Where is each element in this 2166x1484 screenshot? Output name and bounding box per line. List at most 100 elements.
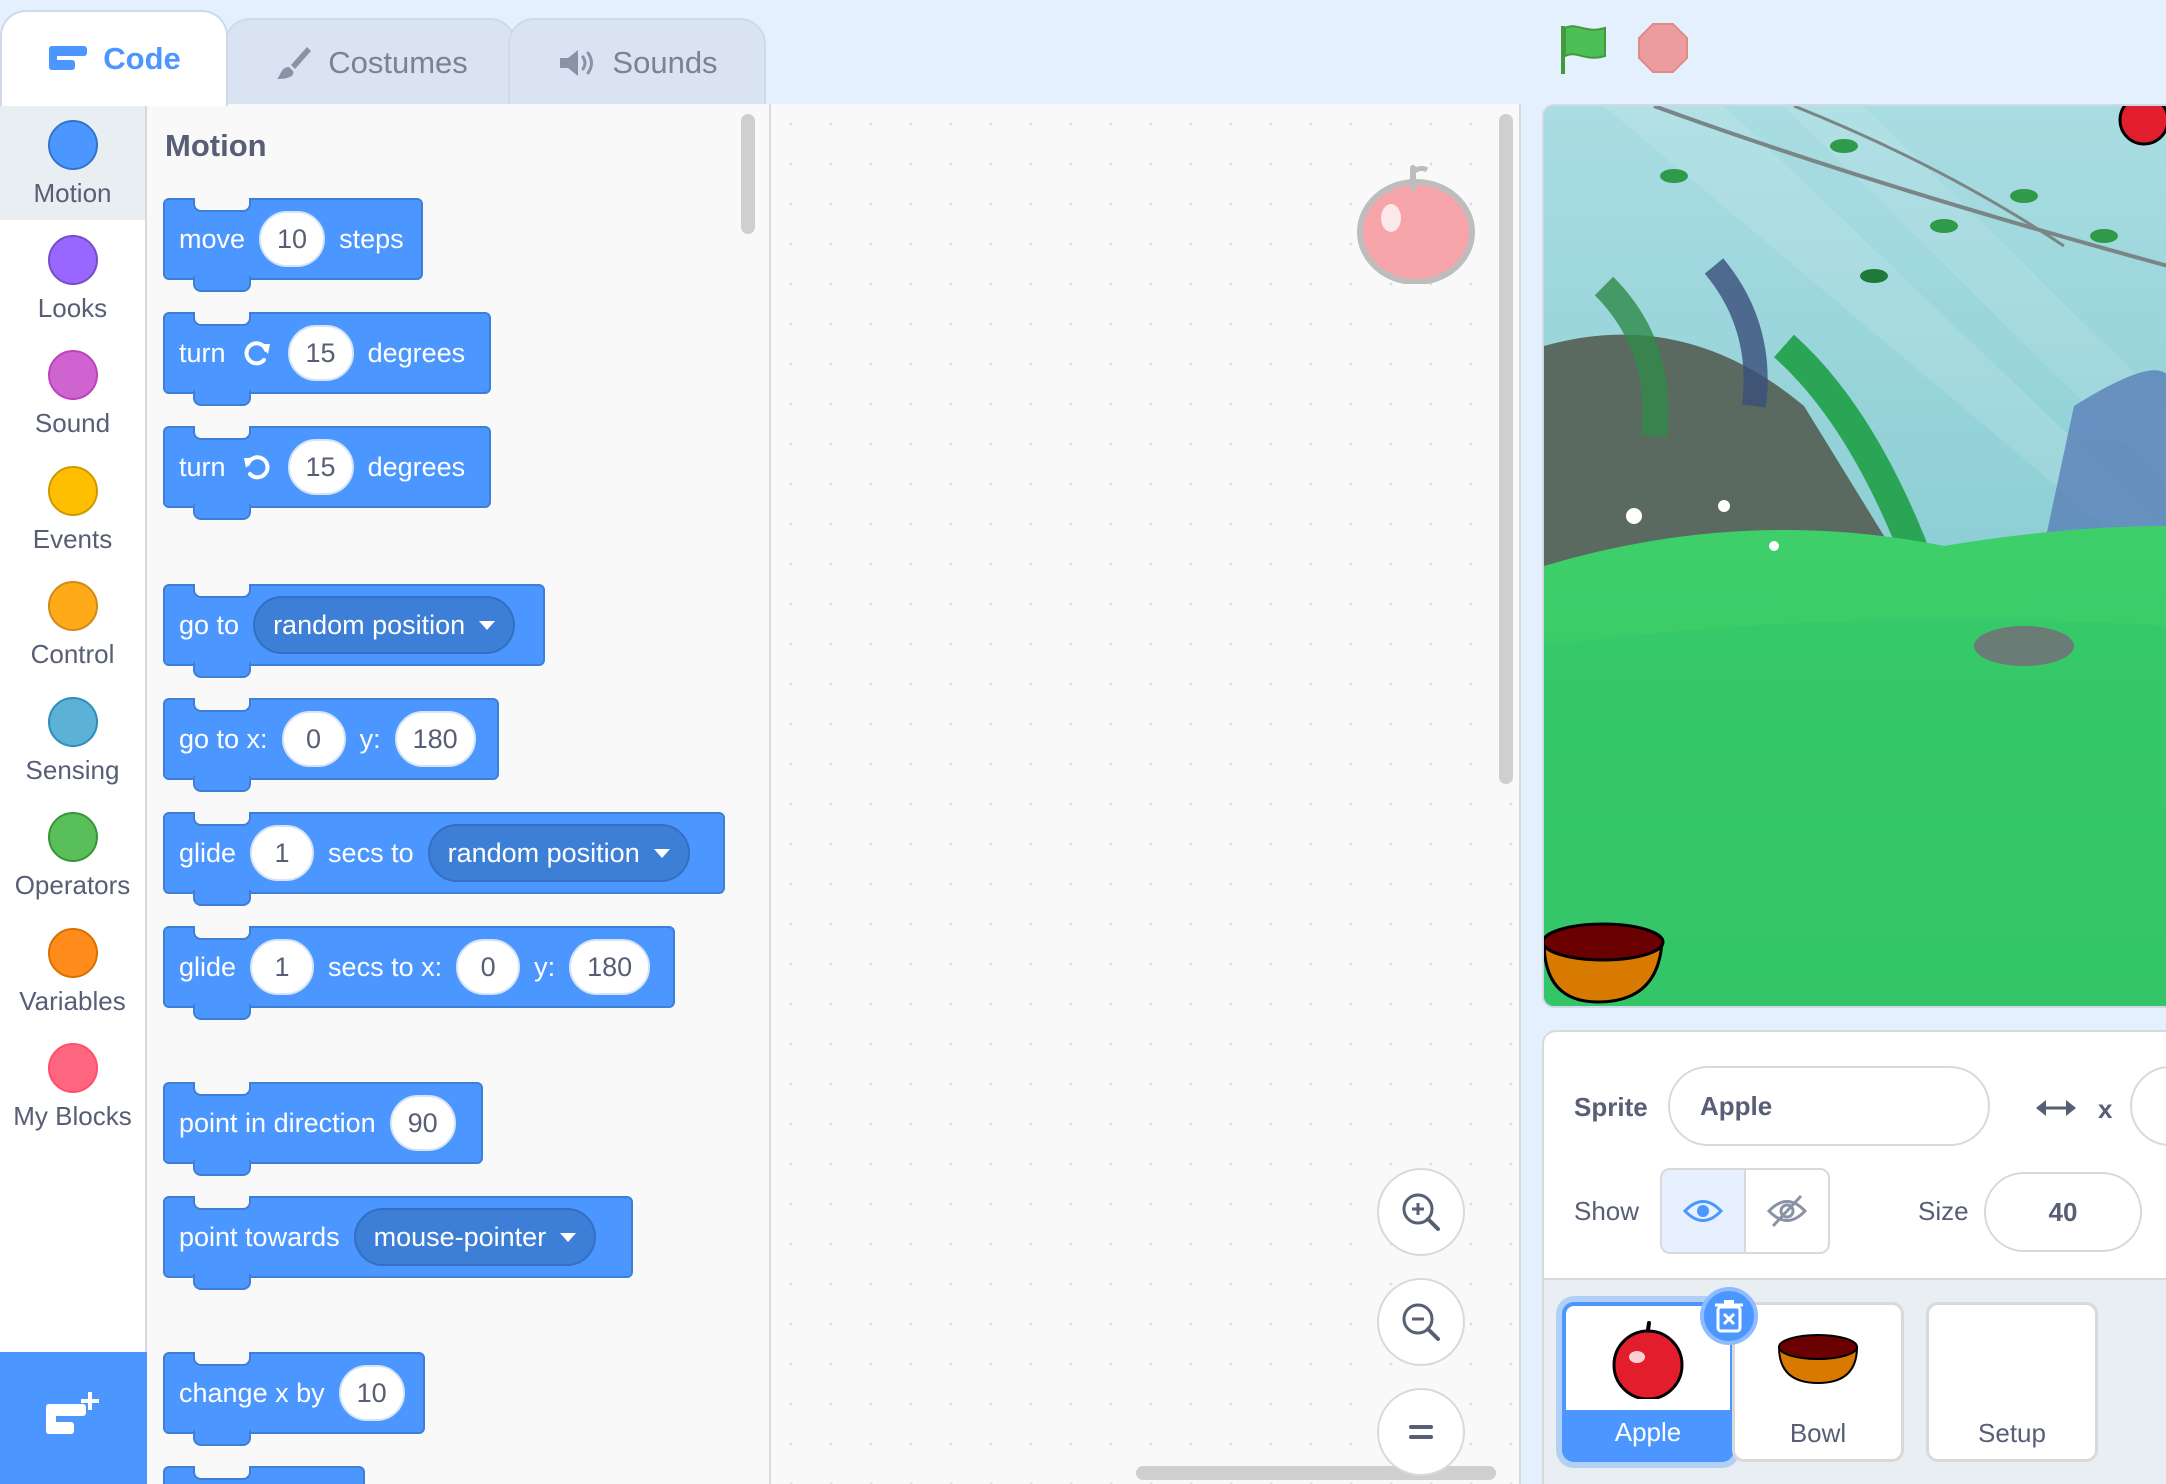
- x-input[interactable]: 0: [456, 939, 521, 995]
- glide-to-block[interactable]: glide 1 secs to random position: [163, 812, 725, 906]
- go-to-block[interactable]: go to random position: [163, 584, 545, 678]
- y-input[interactable]: 180: [394, 711, 476, 767]
- size-value: 40: [2048, 1196, 2078, 1227]
- horizontal-arrows-icon: [2036, 1100, 2076, 1116]
- sprite-info-panel: Sprite Apple x Show Size 40: [1542, 1030, 2166, 1280]
- show-visible-button[interactable]: [1660, 1168, 1746, 1254]
- block-text: degrees: [367, 337, 466, 368]
- add-extension-button[interactable]: [0, 1352, 147, 1484]
- zoom-reset-button[interactable]: [1377, 1388, 1465, 1476]
- secs-input[interactable]: 1: [250, 939, 315, 995]
- tab-code[interactable]: Code: [0, 10, 228, 106]
- category-variables[interactable]: Variables: [0, 912, 145, 1028]
- sprite-tile-label: Apple: [1614, 1417, 1682, 1447]
- category-control[interactable]: Control: [0, 565, 145, 681]
- block-text: secs to x:: [328, 951, 443, 982]
- change-x-block[interactable]: change x by 10: [163, 1352, 425, 1446]
- degrees-input[interactable]: 15: [287, 439, 354, 495]
- sprite-tile-bowl[interactable]: Bowl: [1732, 1302, 1904, 1462]
- block-text: point in direction: [179, 1107, 376, 1138]
- editor-tabs: Code Costumes Sounds: [0, 0, 780, 106]
- bowl-sprite-on-stage[interactable]: [1542, 912, 1668, 1006]
- block-text: secs to: [328, 837, 414, 868]
- x-position-input[interactable]: [2130, 1066, 2166, 1146]
- block-text: go to x:: [179, 723, 268, 754]
- category-my-blocks[interactable]: My Blocks: [0, 1027, 145, 1143]
- zoom-out-button[interactable]: [1377, 1278, 1465, 1366]
- apple-icon: [1612, 1321, 1684, 1399]
- palette-title: Motion: [165, 128, 267, 163]
- stage[interactable]: [1542, 104, 2166, 1008]
- rotate-left-icon: [243, 455, 269, 480]
- block-text: y:: [534, 951, 556, 982]
- direction-input[interactable]: 90: [389, 1095, 456, 1151]
- steps-input[interactable]: 10: [259, 211, 326, 267]
- size-input[interactable]: 40: [1984, 1172, 2142, 1252]
- show-hidden-button[interactable]: [1744, 1168, 1830, 1254]
- tab-code-label: Code: [103, 41, 181, 76]
- category-label: Sensing: [25, 755, 120, 785]
- turn-right-block[interactable]: turn 15 degrees: [163, 312, 491, 406]
- block-text: move: [179, 223, 246, 254]
- bowl-icon: [1777, 1334, 1859, 1385]
- sprite-name-input[interactable]: Apple: [1668, 1066, 1990, 1146]
- category-label: Motion: [33, 178, 112, 208]
- delete-sprite-button[interactable]: [1700, 1287, 1758, 1345]
- go-to-target-dropdown[interactable]: random position: [253, 596, 516, 654]
- point-in-direction-block[interactable]: point in direction 90: [163, 1082, 483, 1176]
- dropdown-caret-icon: [479, 620, 496, 630]
- block-palette: Motion move 10 steps turn 15 degrees tur…: [147, 104, 771, 1484]
- block-text: steps: [339, 223, 404, 254]
- script-area[interactable]: [771, 104, 1521, 1484]
- point-towards-block[interactable]: point towards mouse-pointer: [163, 1196, 633, 1290]
- dropdown-caret-icon: [653, 848, 670, 858]
- move-steps-block[interactable]: move 10 steps: [163, 198, 423, 292]
- stop-button[interactable]: [1637, 22, 1689, 74]
- category-events[interactable]: Events: [0, 450, 145, 566]
- green-flag-button[interactable]: [1555, 20, 1611, 78]
- sprite-label: Sprite: [1574, 1092, 1648, 1122]
- turn-left-block[interactable]: turn 15 degrees: [163, 426, 491, 520]
- dropdown-value: random position: [273, 609, 466, 640]
- stop-icon: [1638, 23, 1688, 73]
- category-label: Sound: [34, 408, 111, 438]
- point-towards-dropdown[interactable]: mouse-pointer: [353, 1208, 597, 1266]
- block-text: point towards: [179, 1221, 340, 1252]
- glide-target-dropdown[interactable]: random position: [427, 824, 690, 882]
- y-input[interactable]: 180: [569, 939, 651, 995]
- x-input[interactable]: 0: [281, 711, 346, 767]
- category-menu: Motion Looks Sound Events Control Sensin…: [0, 104, 147, 1484]
- sprite-tile-setup[interactable]: Setup: [1926, 1302, 2098, 1462]
- category-sensing[interactable]: Sensing: [0, 681, 145, 797]
- zoom-in-icon: [1402, 1193, 1440, 1231]
- dropdown-value: random position: [447, 837, 640, 868]
- speaker-icon: [556, 46, 598, 80]
- category-looks[interactable]: Looks: [0, 219, 145, 335]
- apple-sprite-on-stage[interactable]: [2114, 104, 2166, 150]
- zoom-in-button[interactable]: [1377, 1168, 1465, 1256]
- change-x-input[interactable]: 10: [338, 1365, 405, 1421]
- palette-scrollbar[interactable]: [741, 114, 755, 234]
- variables-color-dot: [47, 928, 98, 978]
- go-to-xy-block[interactable]: go to x: 0 y: 180: [163, 698, 499, 792]
- category-label: Events: [32, 524, 113, 554]
- category-motion[interactable]: Motion: [0, 104, 145, 220]
- degrees-input[interactable]: 15: [287, 325, 354, 381]
- category-sound[interactable]: Sound: [0, 334, 145, 450]
- equals-icon: [1409, 1425, 1433, 1439]
- sprite-name-value: Apple: [1700, 1090, 1773, 1121]
- block-text: go to: [179, 609, 240, 640]
- category-operators[interactable]: Operators: [0, 796, 145, 912]
- dropdown-value: mouse-pointer: [373, 1221, 547, 1252]
- glide-to-xy-block[interactable]: glide 1 secs to x: 0 y: 180: [163, 926, 675, 1020]
- tab-sounds[interactable]: Sounds: [508, 18, 766, 106]
- workspace-vertical-scrollbar[interactable]: [1499, 114, 1513, 784]
- secs-input[interactable]: 1: [250, 825, 315, 881]
- eye-icon: [1683, 1200, 1723, 1222]
- size-label: Size: [1918, 1196, 1969, 1226]
- block-text: change x by: [179, 1377, 325, 1408]
- sprite-tile-label: Setup: [1978, 1418, 2046, 1448]
- next-block-partial[interactable]: [163, 1466, 365, 1484]
- tab-costumes[interactable]: Costumes: [224, 18, 516, 106]
- block-text: turn: [179, 337, 226, 368]
